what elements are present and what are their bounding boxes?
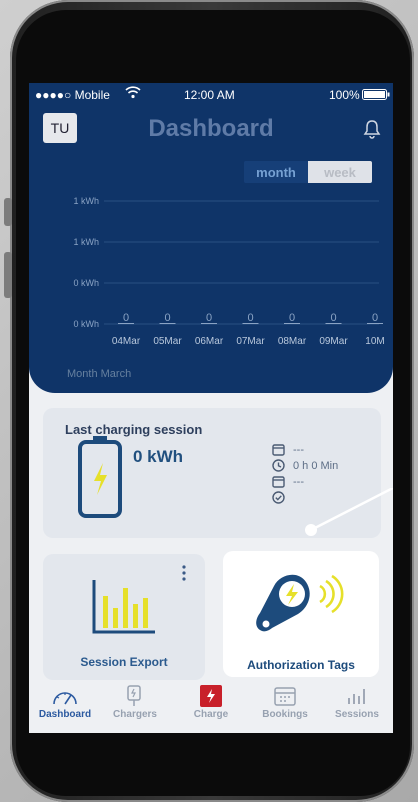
data-label: 0 — [123, 312, 129, 324]
side-button-mute — [4, 198, 12, 226]
tab-sessions-label: Sessions — [335, 709, 379, 720]
tab-bar: Dashboard Chargers Charge Bookings Sessi… — [29, 683, 393, 733]
charger-plug-icon — [121, 685, 149, 707]
tab-chargers[interactable]: Chargers — [101, 685, 169, 733]
wifi-icon — [125, 86, 141, 102]
calendar-icon — [271, 685, 299, 707]
period-toggle: month week — [244, 161, 372, 183]
session-duration: 0 h 0 Min — [293, 460, 339, 472]
y-tick-label: 1 kWh — [73, 237, 99, 247]
toggle-week[interactable]: week — [308, 161, 372, 183]
check-circle-icon — [272, 491, 285, 509]
toggle-month[interactable]: month — [244, 161, 308, 183]
x-tick-label: 06Mar — [195, 336, 224, 347]
tab-charge-label: Charge — [193, 709, 229, 720]
callout-pointer — [305, 488, 393, 536]
bell-icon[interactable] — [363, 119, 381, 139]
tab-dashboard[interactable]: Dashboard — [31, 685, 99, 733]
y-tick-label: 0 kWh — [73, 278, 99, 288]
authorization-tags-label: Authorization Tags — [247, 658, 355, 672]
tab-dashboard-label: Dashboard — [38, 709, 92, 720]
y-tick-label: 1 kWh — [73, 196, 99, 206]
clock-label: 12:00 AM — [184, 88, 235, 102]
tab-bookings[interactable]: Bookings — [251, 685, 319, 733]
x-tick-label: 10M — [365, 336, 384, 347]
session-export-label: Session Export — [80, 655, 168, 669]
x-tick-label: 09Mar — [319, 336, 348, 347]
data-label: 0 — [330, 312, 336, 324]
bar-chart-icon — [343, 685, 371, 707]
tab-charge[interactable]: Charge — [177, 685, 245, 733]
data-label: 0 — [206, 312, 212, 324]
data-label: 0 — [372, 312, 378, 324]
session-end-date: --- — [293, 476, 304, 488]
status-bar: ●●●●○ Mobile 12:00 AM 100% — [29, 83, 393, 108]
app-screen: ●●●●○ Mobile 12:00 AM 100% TU Dashboard … — [29, 83, 393, 733]
more-vertical-icon[interactable] — [181, 565, 187, 586]
battery-charge-icon — [77, 435, 123, 519]
bar-chart-export-icon — [91, 578, 157, 641]
x-tick-label: 08Mar — [278, 336, 307, 347]
side-button-volume — [4, 252, 12, 298]
data-label: 0 — [289, 312, 295, 324]
bolt-icon — [197, 685, 225, 707]
x-tick-label: 07Mar — [236, 336, 265, 347]
x-tick-label: 04Mar — [112, 336, 141, 347]
tab-sessions[interactable]: Sessions — [323, 685, 391, 733]
page-title: Dashboard — [148, 115, 274, 142]
energy-chart: 1 kWh 1 kWh 0 kWh 0 kWh 0 04Mar 0 05Mar 0 06Mar 0 0… — [73, 196, 384, 347]
battery-percent: 100% — [329, 88, 360, 102]
chart-month-label: Month March — [67, 368, 132, 380]
session-start-date: --- — [293, 444, 304, 456]
y-tick-label: 0 kWh — [73, 319, 99, 329]
x-tick-label: 05Mar — [153, 336, 182, 347]
battery-icon — [362, 89, 390, 103]
tab-chargers-label: Chargers — [113, 709, 157, 720]
data-label: 0 — [247, 312, 253, 324]
rfid-tag-icon — [254, 568, 346, 641]
tab-bookings-label: Bookings — [262, 709, 308, 720]
carrier-label: ●●●●○ Mobile — [35, 88, 110, 102]
data-label: 0 — [164, 312, 170, 324]
session-energy: 0 kWh — [133, 447, 184, 466]
speedometer-icon — [51, 685, 79, 707]
